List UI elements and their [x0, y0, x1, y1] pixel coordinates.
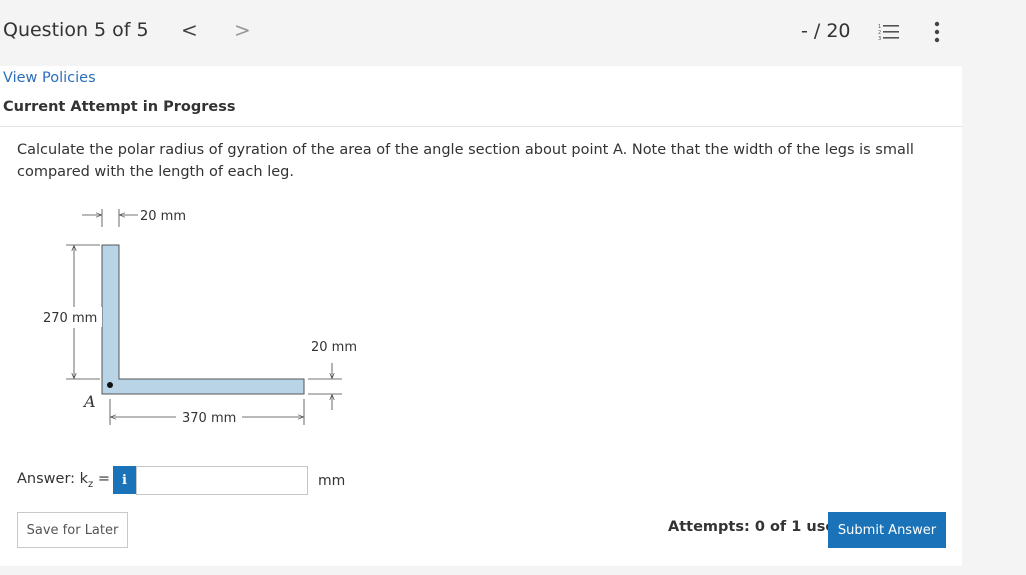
vertical-leg-dimension: 270 mm: [43, 311, 97, 326]
list-icon[interactable]: 1 2 3: [878, 22, 900, 42]
answer-label: Answer: kz =: [17, 471, 111, 490]
previous-question-button[interactable]: <: [181, 18, 198, 42]
point-a-label: A: [82, 392, 96, 411]
top-bar: Question 5 of 5 < > - / 20 1 2 3: [0, 0, 1026, 66]
view-policies-link[interactable]: View Policies: [3, 70, 96, 86]
top-width-dimension: 20 mm: [140, 209, 186, 224]
info-button[interactable]: i: [113, 466, 136, 494]
score-display: - / 20: [801, 20, 851, 42]
angle-section-figure: A 20 mm 270 mm 20 mm 370 mm: [40, 209, 357, 426]
unit-label: mm: [318, 473, 346, 489]
next-question-button[interactable]: >: [234, 18, 251, 42]
point-a-marker: [107, 382, 113, 388]
question-panel: View Policies Current Attempt in Progres…: [0, 66, 962, 566]
save-for-later-button[interactable]: Save for Later: [17, 512, 128, 548]
divider: [0, 126, 962, 127]
submit-answer-button[interactable]: Submit Answer: [828, 512, 946, 548]
answer-input[interactable]: [136, 466, 308, 495]
attempt-status: Current Attempt in Progress: [3, 99, 236, 115]
attempts-counter: Attempts: 0 of 1 used: [668, 519, 846, 535]
question-counter: Question 5 of 5: [3, 19, 149, 41]
svg-text:3: 3: [878, 36, 881, 42]
angle-section-shape: [101, 244, 305, 395]
more-vertical-icon[interactable]: [929, 20, 945, 44]
right-width-dimension: 20 mm: [311, 340, 357, 355]
horizontal-leg-dimension: 370 mm: [182, 411, 236, 426]
question-text: Calculate the polar radius of gyration o…: [17, 142, 914, 180]
